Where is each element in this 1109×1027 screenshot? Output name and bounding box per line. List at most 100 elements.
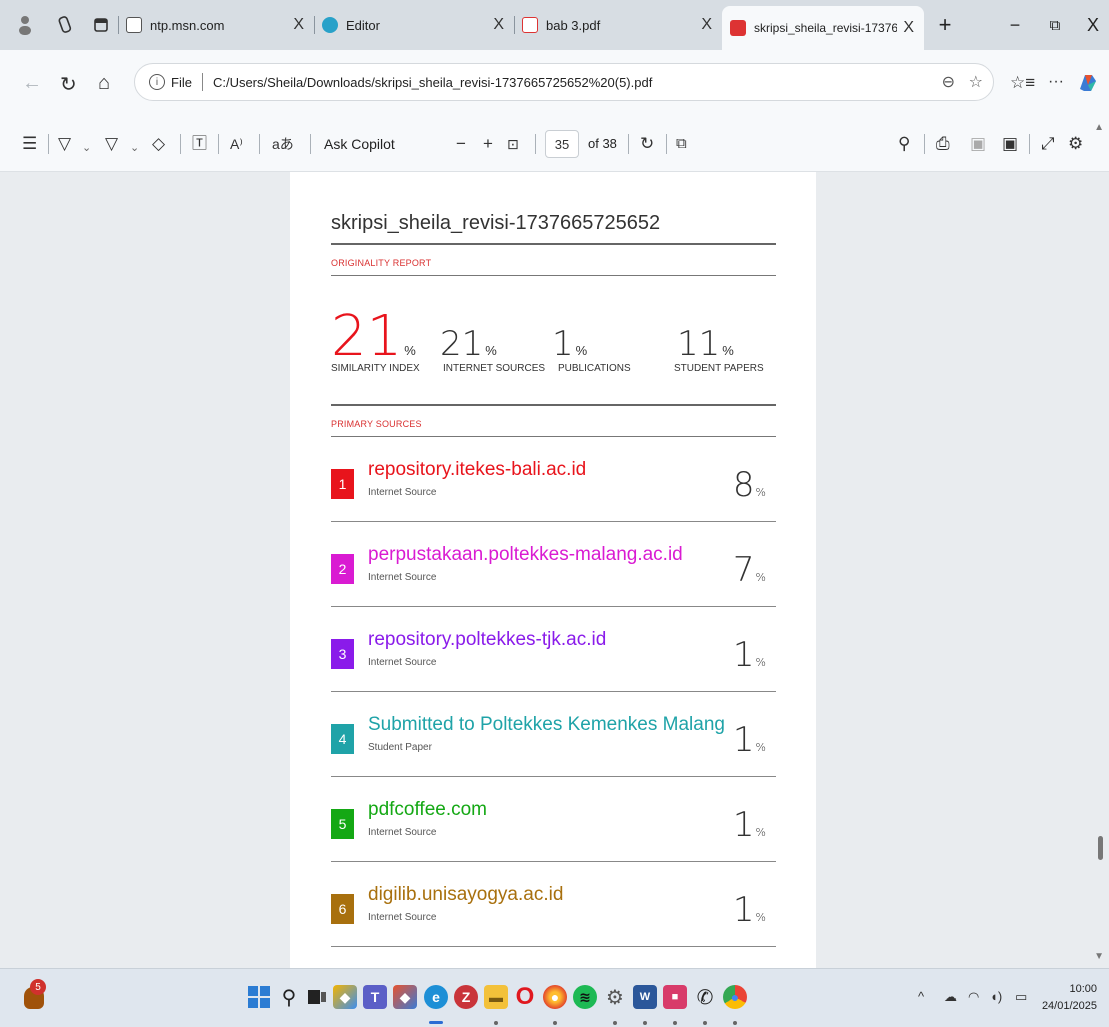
zoom-out-button[interactable]: − bbox=[456, 134, 466, 154]
wifi-icon[interactable]: ◠ bbox=[968, 989, 979, 1005]
chevron-down-icon[interactable]: ⌄ bbox=[82, 138, 91, 158]
divider bbox=[259, 134, 260, 154]
notification-badge: 5 bbox=[30, 979, 46, 995]
task-view-icon[interactable] bbox=[305, 985, 329, 1009]
tab-strip: ntp.msn.com X Editor X bab 3.pdf X skrip… bbox=[0, 0, 1109, 50]
tab-bab3-pdf[interactable]: bab 3.pdf X bbox=[514, 6, 722, 44]
translate-icon[interactable]: aあ bbox=[272, 134, 294, 154]
tab-editor[interactable]: Editor X bbox=[314, 6, 514, 44]
back-arrow-icon[interactable]: ← bbox=[22, 72, 42, 95]
stat-number: 1 bbox=[552, 324, 574, 364]
opera-icon[interactable]: O bbox=[513, 983, 537, 1010]
system-clock[interactable]: 10:00 24/01/2025 bbox=[1042, 981, 1097, 1015]
info-icon[interactable]: i bbox=[149, 74, 165, 90]
app-store-icon[interactable]: ■ bbox=[663, 985, 687, 1009]
firefox-icon[interactable]: ● bbox=[543, 985, 567, 1009]
settings-gear-icon[interactable]: ⚙ bbox=[603, 985, 627, 1009]
fit-page-icon[interactable]: ⊡ bbox=[507, 134, 519, 154]
spotify-icon[interactable]: ≋ bbox=[573, 985, 597, 1009]
notification-icon[interactable]: 5 bbox=[22, 979, 46, 1011]
stat-unit: % bbox=[485, 343, 497, 358]
running-app-indicator bbox=[613, 1021, 617, 1025]
rotate-icon[interactable]: ↻ bbox=[640, 134, 654, 154]
volume-icon[interactable]: ◖) bbox=[990, 989, 1002, 1004]
close-window-button[interactable]: X bbox=[1078, 0, 1108, 50]
report-title: skripsi_sheila_revisi-1737665725652 bbox=[331, 212, 661, 234]
favorite-star-icon[interactable]: ☆ bbox=[969, 72, 983, 92]
pdf-page: skripsi_sheila_revisi-1737665725652 ORIG… bbox=[290, 172, 816, 968]
vertical-scrollbar[interactable]: ▲ ▼ bbox=[1091, 116, 1109, 968]
save-as-icon[interactable]: ▣ bbox=[1002, 134, 1018, 154]
search-icon[interactable]: ⚲ bbox=[277, 985, 301, 1009]
workspaces-icon[interactable] bbox=[54, 14, 76, 36]
source-row: 4 Submitted to Poltekkes Kemenkes Malang… bbox=[331, 692, 776, 777]
home-icon[interactable]: ⌂ bbox=[98, 72, 110, 95]
source-rank-badge: 2 bbox=[331, 554, 354, 584]
widgets-icon[interactable]: ◆ bbox=[333, 985, 357, 1009]
tab-close-button[interactable]: X bbox=[493, 16, 504, 34]
minimize-button[interactable]: − bbox=[1000, 0, 1030, 50]
eraser-icon[interactable]: ◇ bbox=[152, 134, 165, 154]
tab-close-button[interactable]: X bbox=[701, 16, 712, 34]
battery-icon[interactable]: ▭ bbox=[1015, 989, 1027, 1005]
teams-icon[interactable]: T bbox=[363, 985, 387, 1009]
profile-icon[interactable] bbox=[14, 14, 36, 36]
pdf-viewer[interactable]: skripsi_sheila_revisi-1737665725652 ORIG… bbox=[0, 172, 1109, 968]
show-hidden-icons-chevron-icon[interactable]: ^ bbox=[918, 989, 924, 1004]
edge-browser-icon[interactable]: e bbox=[424, 985, 448, 1009]
divider bbox=[310, 134, 311, 154]
fullscreen-icon[interactable]: ⤢ bbox=[1041, 134, 1055, 154]
source-percent-value: 8 bbox=[732, 465, 755, 505]
chrome-icon[interactable]: ● bbox=[723, 985, 747, 1009]
app-z-icon[interactable]: Z bbox=[454, 985, 478, 1009]
scroll-up-arrow-icon[interactable]: ▲ bbox=[1094, 122, 1104, 133]
divider bbox=[218, 134, 219, 154]
source-row: 2 perpustakaan.poltekkes-malang.ac.id In… bbox=[331, 522, 776, 607]
tab-close-button[interactable]: X bbox=[293, 16, 304, 34]
source-row: 1 repository.itekes-bali.ac.id Internet … bbox=[331, 437, 776, 522]
address-bar[interactable]: i File C:/Users/Sheila/Downloads/skripsi… bbox=[134, 63, 994, 101]
highlight-icon[interactable]: ▽ bbox=[58, 134, 71, 154]
text-box-icon[interactable]: 🅃 bbox=[192, 134, 207, 154]
active-app-indicator bbox=[429, 1021, 443, 1024]
copilot-icon[interactable] bbox=[1076, 71, 1100, 101]
source-type: Internet Source bbox=[368, 657, 437, 668]
start-windows-icon[interactable] bbox=[247, 985, 271, 1009]
divider bbox=[331, 243, 776, 245]
restore-button[interactable]: ⧉ bbox=[1040, 0, 1070, 50]
page-number-input[interactable]: 35 bbox=[545, 130, 579, 158]
tab-ntp[interactable]: ntp.msn.com X bbox=[118, 6, 314, 44]
tab-actions-icon[interactable] bbox=[90, 14, 112, 36]
whatsapp-icon[interactable]: ✆ bbox=[693, 985, 717, 1009]
print-icon[interactable]: ⎙ bbox=[936, 134, 950, 154]
word-icon[interactable]: W bbox=[633, 985, 657, 1009]
zoom-icon[interactable]: ⊖ bbox=[942, 72, 955, 92]
favorites-icon[interactable]: ☆≡ bbox=[1010, 73, 1035, 93]
read-aloud-icon[interactable]: A⁾ bbox=[230, 134, 243, 154]
tab-skripsi-pdf[interactable]: skripsi_sheila_revisi-1737665725 X bbox=[722, 6, 924, 50]
new-tab-button[interactable]: + bbox=[930, 0, 960, 50]
url-text[interactable]: C:/Users/Sheila/Downloads/skripsi_sheila… bbox=[213, 75, 652, 90]
source-percent-unit: % bbox=[755, 656, 766, 669]
scroll-thumb[interactable] bbox=[1098, 836, 1103, 860]
stat-unit: % bbox=[575, 343, 588, 358]
stat-unit: % bbox=[404, 343, 416, 358]
onedrive-cloud-icon[interactable]: ☁ bbox=[944, 989, 957, 1005]
scroll-down-arrow-icon[interactable]: ▼ bbox=[1094, 951, 1104, 962]
refresh-icon[interactable]: ↻ bbox=[60, 72, 77, 97]
draw-icon[interactable]: ▽ bbox=[105, 134, 118, 154]
save-icon[interactable]: ▣ bbox=[970, 134, 986, 154]
contents-icon[interactable]: ☰ bbox=[22, 134, 37, 154]
zoom-in-button[interactable]: + bbox=[483, 134, 493, 154]
more-options-icon[interactable]: ··· bbox=[1048, 73, 1064, 91]
page-view-icon[interactable]: ⧉ bbox=[676, 134, 687, 154]
search-icon[interactable]: ⚲ bbox=[898, 134, 910, 154]
copilot-app-icon[interactable]: ◆ bbox=[393, 985, 417, 1009]
source-type: Internet Source bbox=[368, 827, 437, 838]
ask-copilot-button[interactable]: Ask Copilot bbox=[324, 136, 395, 152]
chevron-down-icon[interactable]: ⌄ bbox=[130, 138, 139, 158]
settings-gear-icon[interactable]: ⚙ bbox=[1068, 134, 1083, 154]
tab-close-button[interactable]: X bbox=[903, 19, 914, 37]
file-explorer-icon[interactable]: ▬ bbox=[484, 985, 508, 1009]
address-bar-row: ← ↻ ⌂ i File C:/Users/Sheila/Downloads/s… bbox=[0, 50, 1109, 116]
